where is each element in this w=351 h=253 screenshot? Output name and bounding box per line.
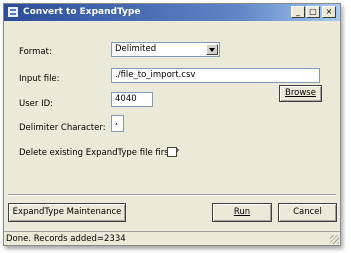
browse-button-label: Browse <box>285 88 316 98</box>
format-label: Format: <box>19 47 52 57</box>
user-id-label: User ID: <box>19 99 53 109</box>
resize-grip-icon[interactable] <box>330 235 339 244</box>
delete-existing-checkbox[interactable] <box>167 147 177 157</box>
chevron-down-icon[interactable] <box>206 44 218 55</box>
browse-button[interactable]: Browse <box>279 85 322 102</box>
title-bar[interactable]: Convert to ExpandType _ □ × <box>4 4 340 21</box>
status-bar: Done. Records added=2334 <box>4 231 340 245</box>
run-button[interactable]: Run <box>212 203 272 222</box>
cancel-button[interactable]: Cancel <box>278 203 337 222</box>
close-button[interactable]: × <box>322 6 336 18</box>
convert-dialog-window: Convert to ExpandType _ □ × Format: Deli… <box>3 3 341 246</box>
delimiter-label: Delimiter Character: <box>19 123 106 133</box>
format-selected-value: Delimited <box>115 44 157 54</box>
window-title: Convert to ExpandType <box>23 7 141 17</box>
input-file-label: Input file: <box>19 74 60 84</box>
delete-existing-label: Delete existing ExpandType file first ? <box>19 148 180 158</box>
input-file-field[interactable]: ./file_to_import.csv <box>111 68 320 83</box>
delimiter-field[interactable]: , <box>111 115 124 132</box>
user-id-field[interactable]: 4040 <box>111 92 153 107</box>
format-select[interactable]: Delimited <box>111 42 220 57</box>
maximize-button[interactable]: □ <box>306 6 320 18</box>
app-icon <box>7 6 19 18</box>
button-divider <box>8 194 336 196</box>
status-text: Done. Records added=2334 <box>6 234 126 244</box>
expandtype-maintenance-button[interactable]: ExpandType Maintenance <box>8 203 126 222</box>
run-button-label: Run <box>233 207 251 217</box>
minimize-button[interactable]: _ <box>291 6 305 18</box>
